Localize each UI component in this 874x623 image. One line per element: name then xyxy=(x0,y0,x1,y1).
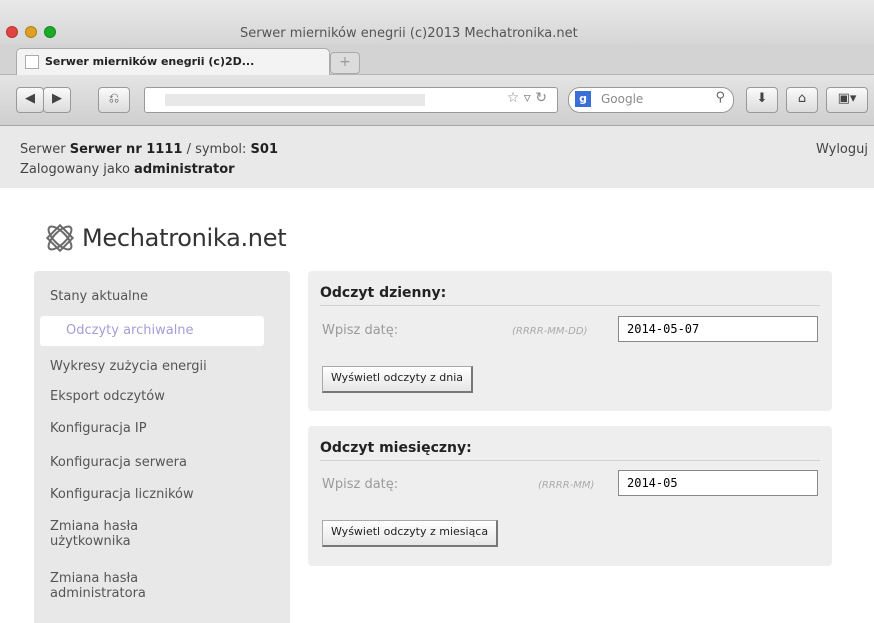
close-window-button[interactable] xyxy=(6,26,18,38)
logo-text: Mechatronika.net xyxy=(82,224,287,252)
sidebar-item-meter-config[interactable]: Konfiguracja liczników xyxy=(50,487,194,502)
google-icon[interactable]: g xyxy=(575,91,591,107)
window-titlebar: Serwer mierników enegrii (c)2013 Mechatr… xyxy=(0,0,874,44)
server-symbol: S01 xyxy=(250,142,279,157)
download-icon[interactable]: ⬇ xyxy=(746,87,778,113)
logo: Mechatronika.net xyxy=(42,218,287,258)
mechatronika-logo-icon xyxy=(45,223,75,253)
sidebar-item-ip-config[interactable]: Konfiguracja IP xyxy=(50,421,147,436)
logged-in-info: Zalogowany jako administrator xyxy=(20,162,235,177)
logout-link[interactable]: Wyloguj xyxy=(816,142,868,157)
tab-title: Serwer mierników enegrii (c)2D... xyxy=(45,55,255,68)
home-icon[interactable]: ⌂ xyxy=(786,87,818,113)
url-text-blurred xyxy=(165,94,425,106)
page-favicon-icon xyxy=(25,55,39,69)
history-icon[interactable]: ⎌ xyxy=(98,87,130,113)
sidebar-item-archive-readings[interactable]: Odczyty archiwalne xyxy=(40,316,264,346)
back-button[interactable]: ◀ xyxy=(16,87,44,113)
divider xyxy=(320,305,820,306)
page-header: Serwer Serwer nr 1111 / symbol: S01 Zalo… xyxy=(0,126,874,188)
window-controls xyxy=(6,26,56,38)
show-monthly-readings-button[interactable]: Wyświetl odczyty z miesiąca xyxy=(322,520,499,547)
sidebar-item-energy-charts[interactable]: Wykresy zużycia energii xyxy=(50,359,207,374)
search-bar[interactable]: g Google ⚲ xyxy=(568,87,734,113)
menu-icon[interactable]: ▣▾ xyxy=(826,87,868,113)
daily-date-format: (RRRR-MM-DD) xyxy=(512,326,588,337)
daily-reading-title: Odczyt dzienny: xyxy=(320,285,447,301)
sidebar-item-user-password[interactable]: Zmiana hasła użytkownika xyxy=(50,519,138,549)
sidebar: Stany aktualne Odczyty archiwalne Wykres… xyxy=(34,271,290,623)
navigation-toolbar: ◀ ▶ ⎌ ☆ ▿ ↻ g Google ⚲ ⬇ ⌂ ▣▾ xyxy=(0,75,874,126)
monthly-reading-panel: Odczyt miesięczny: Wpisz datę: (RRRR-MM)… xyxy=(308,426,832,566)
daily-date-input[interactable] xyxy=(618,316,818,342)
tab-strip: Serwer mierników enegrii (c)2D... + xyxy=(0,44,874,75)
browser-tab[interactable]: Serwer mierników enegrii (c)2D... xyxy=(16,48,330,75)
show-daily-readings-button[interactable]: Wyświetl odczyty z dnia xyxy=(322,366,473,393)
minimize-window-button[interactable] xyxy=(25,26,37,38)
new-tab-button[interactable]: + xyxy=(330,52,360,74)
address-bar[interactable]: ☆ ▿ ↻ xyxy=(144,87,558,113)
zoom-window-button[interactable] xyxy=(44,26,56,38)
server-info: Serwer Serwer nr 1111 / symbol: S01 xyxy=(20,142,279,157)
server-name: Serwer nr 1111 xyxy=(69,142,183,157)
sidebar-item-export[interactable]: Eksport odczytów xyxy=(50,389,165,404)
search-icon[interactable]: ⚲ xyxy=(715,90,725,105)
search-placeholder: Google xyxy=(601,92,644,106)
divider xyxy=(320,460,820,461)
sidebar-item-current-states[interactable]: Stany aktualne xyxy=(50,289,148,304)
monthly-date-label: Wpisz datę: xyxy=(322,477,399,492)
window-title: Serwer mierników enegrii (c)2013 Mechatr… xyxy=(240,26,578,41)
sidebar-item-admin-password[interactable]: Zmiana hasła administratora xyxy=(50,571,146,601)
daily-reading-panel: Odczyt dzienny: Wpisz datę: (RRRR-MM-DD)… xyxy=(308,271,832,411)
logged-user: administrator xyxy=(134,162,235,177)
forward-button[interactable]: ▶ xyxy=(43,87,71,113)
monthly-date-format: (RRRR-MM) xyxy=(538,480,595,491)
bookmark-star-icon[interactable]: ☆ ▿ ↻ xyxy=(507,90,547,106)
daily-date-label: Wpisz datę: xyxy=(322,323,399,338)
sidebar-item-server-config[interactable]: Konfiguracja serwera xyxy=(50,455,187,470)
monthly-date-input[interactable] xyxy=(618,470,818,496)
monthly-reading-title: Odczyt miesięczny: xyxy=(320,440,472,456)
